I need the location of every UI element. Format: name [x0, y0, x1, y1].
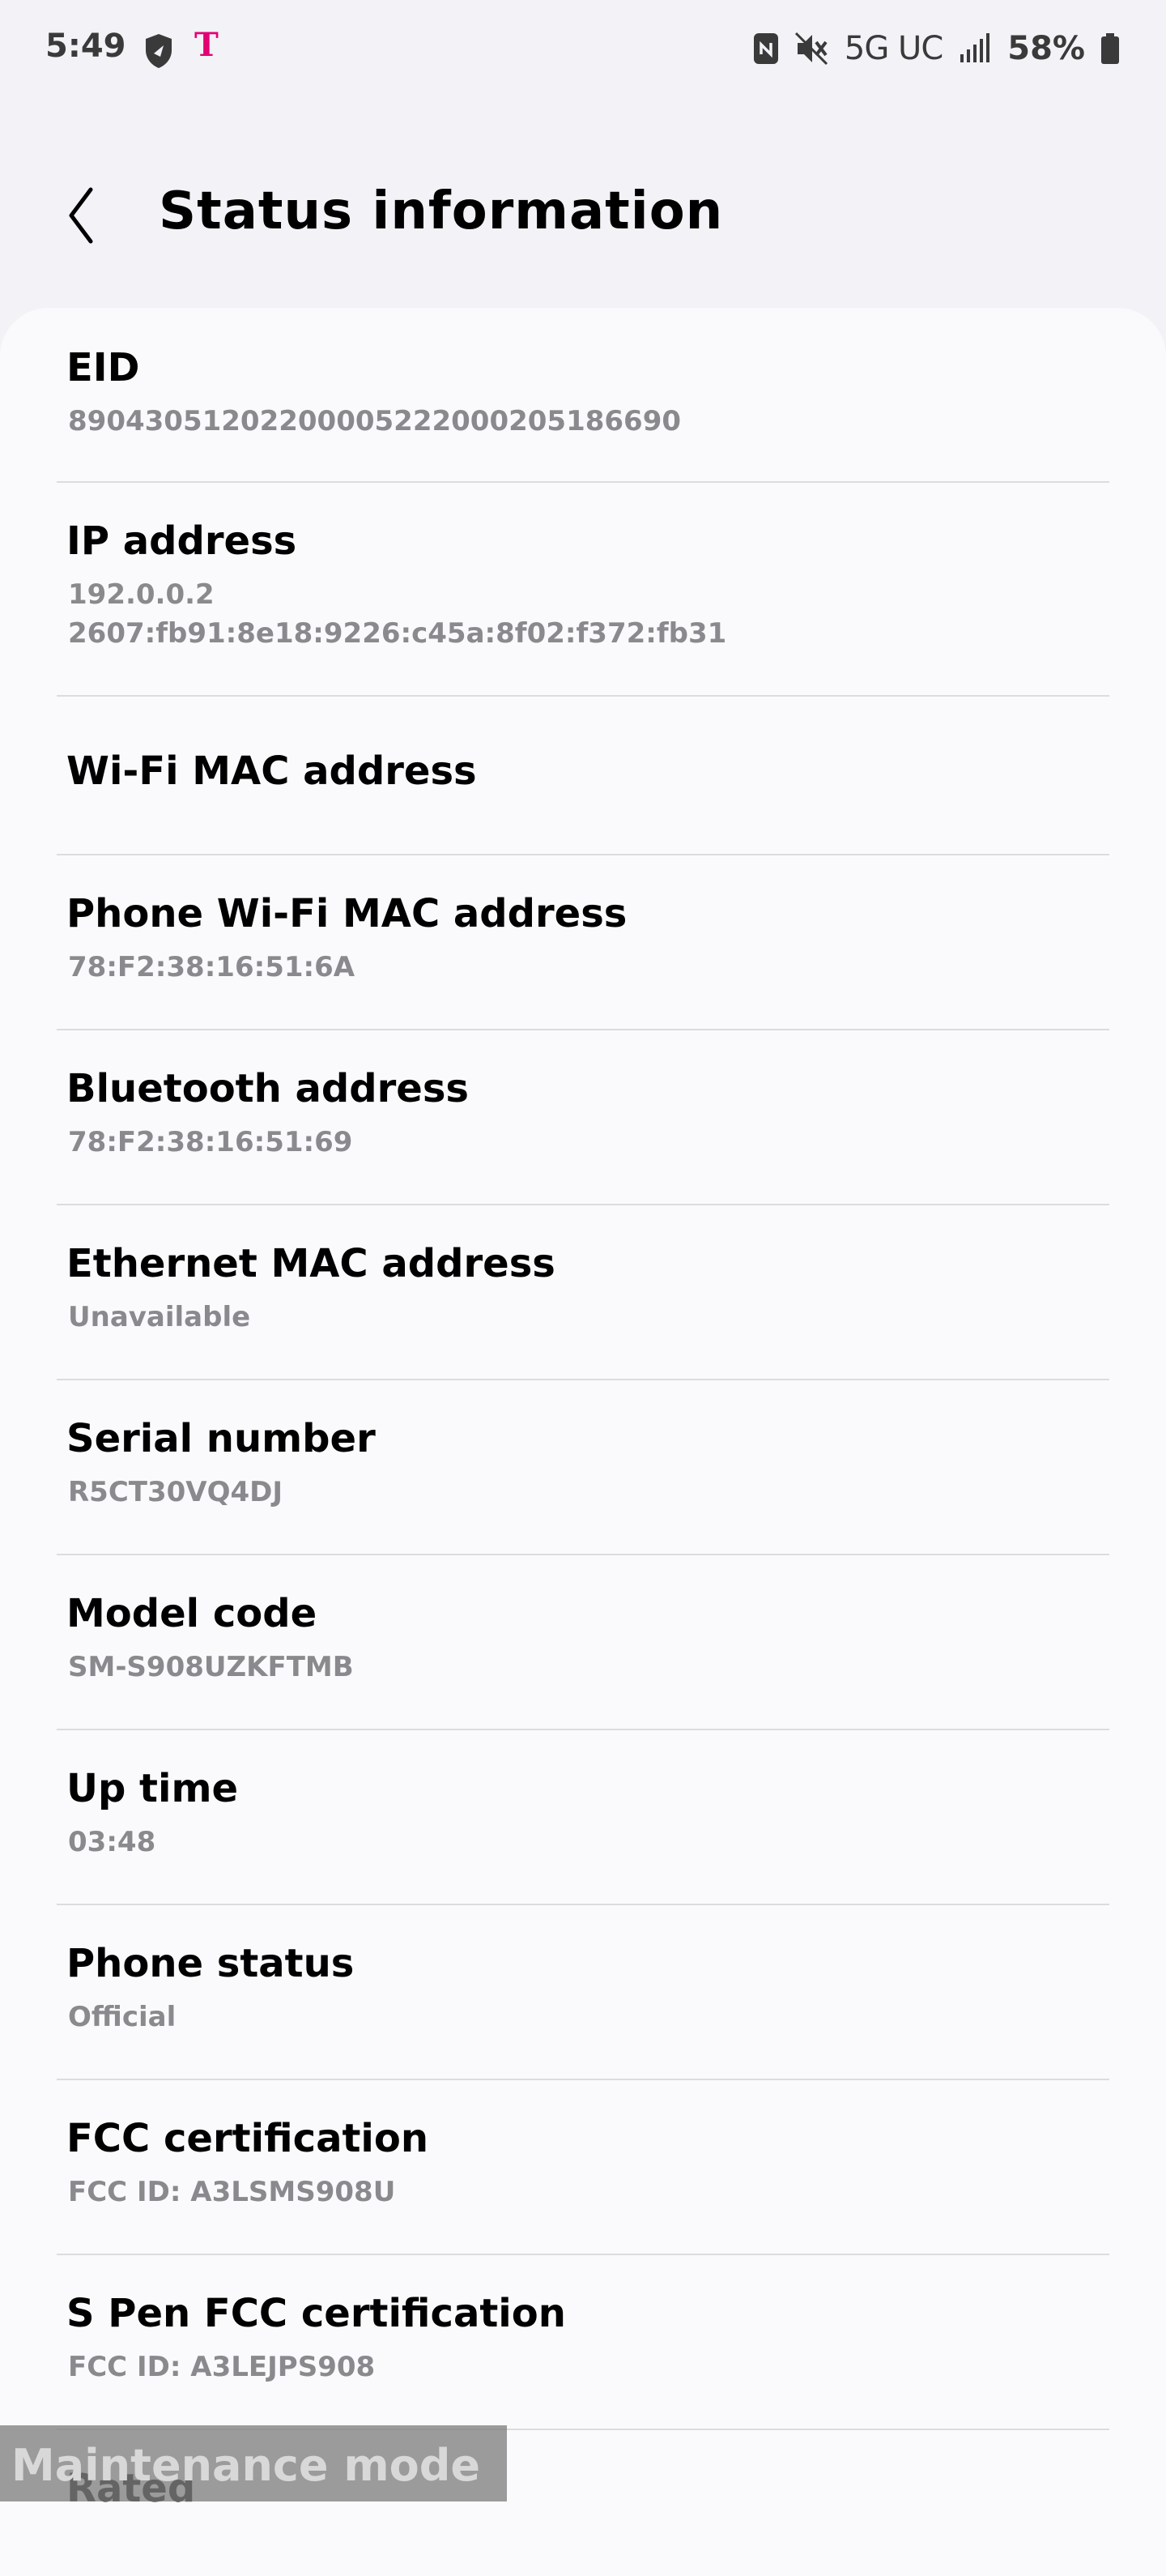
item-value: SM-S908UZKFTMB — [68, 1651, 354, 1683]
list-item-up-time[interactable]: Up time 03:48 — [0, 1730, 1166, 1905]
status-time: 5:49 — [45, 28, 126, 65]
list-item-phone-status[interactable]: Phone status Official — [0, 1905, 1166, 2080]
battery-icon — [1101, 33, 1119, 64]
status-icons: 5G UC 58% — [752, 24, 1121, 73]
item-value: FCC ID: A3LSMS908U — [68, 2176, 396, 2208]
nfc-icon — [753, 33, 778, 64]
list-item-fcc-certification[interactable]: FCC certification FCC ID: A3LSMS908U — [0, 2080, 1166, 2255]
list-item-ip-address[interactable]: IP address 192.0.0.2 2607:fb91:8e18:9226… — [0, 483, 1166, 697]
network-type: 5G UC — [844, 30, 943, 67]
item-value: 89043051202200005222000205186690 — [68, 405, 682, 437]
status-list-card: EID 89043051202200005222000205186690 IP … — [0, 308, 1166, 2576]
page-title: Status information — [159, 181, 724, 241]
list-item-spen-fcc[interactable]: S Pen FCC certification FCC ID: A3LEJPS9… — [0, 2255, 1166, 2430]
item-title: Model code — [66, 1591, 317, 1636]
item-title: Serial number — [66, 1416, 376, 1461]
item-value: 192.0.0.2 — [68, 578, 215, 611]
back-button[interactable] — [57, 183, 121, 248]
list-item-model-code[interactable]: Model code SM-S908UZKFTMB — [0, 1555, 1166, 1730]
item-value: 2607:fb91:8e18:9226:c45a:8f02:f372:fb31 — [68, 617, 727, 650]
item-title: Bluetooth address — [66, 1066, 469, 1111]
item-title: FCC certification — [66, 2116, 428, 2161]
list-item-bluetooth[interactable]: Bluetooth address 78:F2:38:16:51:69 — [0, 1030, 1166, 1205]
signal-icon — [960, 33, 990, 62]
mute-icon — [794, 32, 828, 66]
item-title: EID — [66, 345, 140, 390]
chevron-left-icon — [69, 187, 93, 244]
shield-icon — [146, 34, 172, 68]
list-item-wifi-mac[interactable]: Wi-Fi MAC address — [0, 697, 1166, 855]
maintenance-mode-label: Maintenance mode — [11, 2440, 480, 2491]
item-title: Ethernet MAC address — [66, 1241, 555, 1286]
battery-percent: 58% — [1007, 30, 1085, 67]
list-item-serial-number[interactable]: Serial number R5CT30VQ4DJ — [0, 1380, 1166, 1555]
item-title: Wi-Fi MAC address — [66, 748, 477, 794]
maintenance-mode-banner: Maintenance mode — [0, 2425, 507, 2501]
item-value: 78:F2:38:16:51:69 — [68, 1126, 353, 1158]
item-value: Official — [68, 2001, 177, 2033]
item-title: Up time — [66, 1766, 239, 1811]
carrier-icon: T — [194, 26, 219, 64]
item-value: FCC ID: A3LEJPS908 — [68, 2351, 376, 2383]
item-title: Phone status — [66, 1941, 355, 1986]
item-title: Phone Wi-Fi MAC address — [66, 891, 628, 936]
item-title: IP address — [66, 518, 297, 564]
list-item-ethernet-mac[interactable]: Ethernet MAC address Unavailable — [0, 1205, 1166, 1380]
item-value: Unavailable — [68, 1301, 251, 1333]
item-value: R5CT30VQ4DJ — [68, 1476, 283, 1508]
item-value: 78:F2:38:16:51:6A — [68, 951, 355, 983]
item-value: 03:48 — [68, 1826, 156, 1858]
app-header: Status information — [0, 154, 1166, 275]
list-item-phone-wifi-mac[interactable]: Phone Wi-Fi MAC address 78:F2:38:16:51:6… — [0, 855, 1166, 1030]
list-item-eid[interactable]: EID 89043051202200005222000205186690 — [0, 308, 1166, 483]
status-bar: 5:49 T 5G UC 58% — [0, 0, 1166, 100]
item-title: S Pen FCC certification — [66, 2291, 566, 2336]
